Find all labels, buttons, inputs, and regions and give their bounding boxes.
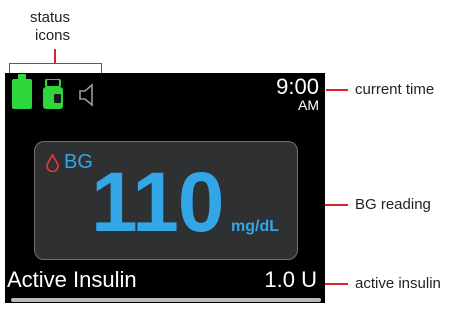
current-time-callout-line bbox=[326, 89, 348, 91]
callout-active-insulin: active insulin bbox=[355, 275, 441, 292]
bottom-bar bbox=[11, 298, 321, 302]
callout-current-time: current time bbox=[355, 81, 435, 98]
callout-status-icons-line1: status bbox=[30, 9, 71, 26]
battery-icon bbox=[12, 74, 32, 109]
active-insulin-value: 1.0 U bbox=[264, 267, 317, 292]
speaker-muted-icon bbox=[79, 83, 93, 107]
callout-status-icons-line2: icons bbox=[35, 27, 71, 44]
status-icons-bracket bbox=[9, 63, 102, 73]
blood-drop-icon bbox=[46, 154, 59, 172]
time-value: 9:00 bbox=[276, 74, 319, 99]
status-icons-bracket-stem bbox=[54, 49, 56, 64]
bg-reading-card[interactable]: BG 110 mg/dL bbox=[34, 141, 298, 260]
pod-icon bbox=[43, 79, 63, 109]
bg-unit: mg/dL bbox=[231, 218, 279, 235]
active-insulin-label: Active Insulin bbox=[7, 267, 137, 292]
callout-bg-reading: BG reading bbox=[355, 196, 431, 213]
bg-value: 110 bbox=[91, 155, 225, 249]
home-indicator[interactable] bbox=[152, 304, 174, 308]
time-ampm: AM bbox=[298, 97, 319, 113]
current-time: 9:00 AM bbox=[276, 74, 319, 113]
device-screen: 9:00 AM BG 110 mg/dL Active Insulin 1.0 … bbox=[5, 73, 325, 308]
bg-label: BG bbox=[64, 151, 93, 173]
